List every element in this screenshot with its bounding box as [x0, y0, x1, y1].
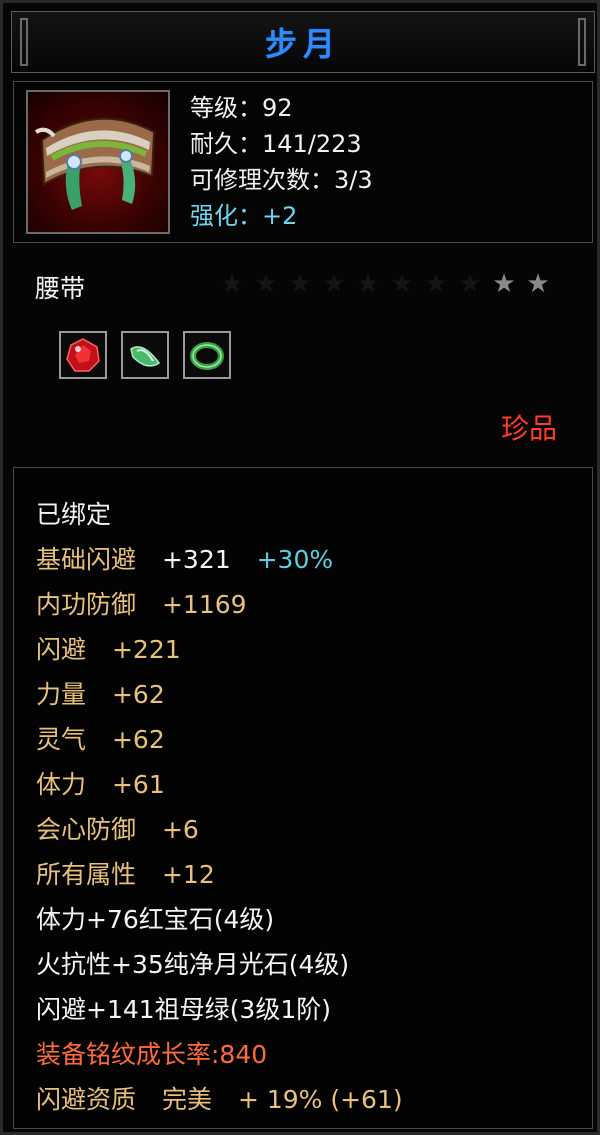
attr-label: 会心防御: [36, 815, 137, 844]
attr-value: +62: [111, 680, 165, 709]
quality-label: 闪避资质: [36, 1085, 137, 1114]
item-header-panel: 等级：92 耐久：141/223 可修理次数：3/3 强化：+2: [13, 81, 593, 243]
emerald-ring-icon[interactable]: [183, 331, 231, 379]
attr-value: +1169: [161, 590, 247, 619]
attr-value: +6: [161, 815, 199, 844]
attr-bonus: +30%: [256, 545, 334, 574]
item-type-section: 腰带 ★ ★ ★ ★ ★ ★ ★ ★ ★ ★ 珍品: [13, 251, 593, 459]
item-stats: 等级：92 耐久：141/223 可修理次数：3/3 强化：+2: [190, 90, 580, 234]
repair-count-line: 可修理次数：3/3: [190, 166, 373, 194]
attr-label: 力量: [36, 680, 87, 709]
item-tooltip: 步月 等级：92 耐久：141/223 可修理次数：3/3 强化：+2 腰带 ★…: [0, 0, 600, 1135]
attr-internal-defense: 内功防御 +1169: [36, 582, 576, 627]
star-empty-icon: ★: [458, 269, 482, 299]
quality-grade: 完美: [161, 1085, 212, 1114]
attr-crit-defense: 会心防御 +6: [36, 807, 576, 852]
belt-icon-graphic: [34, 117, 156, 210]
emerald-ring-graphic: [190, 342, 224, 370]
star-rating: ★ ★ ★ ★ ★ ★ ★ ★ ★ ★: [203, 269, 553, 299]
attr-all-attributes: 所有属性 +12: [36, 852, 576, 897]
belt-icon: [26, 90, 170, 234]
attr-dodge: 闪避 +221: [36, 627, 576, 672]
rarity-label: 珍品: [500, 412, 557, 445]
attribute-list: 已绑定 基础闪避 +321 +30% 内功防御 +1169 闪避 +221 力量…: [36, 492, 576, 1122]
attr-strength: 力量 +62: [36, 672, 576, 717]
inscription-growth: 装备铭纹成长率:840: [36, 1040, 268, 1069]
gem-bonus-line: 体力+76红宝石(4级): [36, 905, 275, 934]
attr-value: +12: [161, 860, 215, 889]
attr-label: 所有属性: [36, 860, 137, 889]
jade-gem-icon[interactable]: [121, 331, 169, 379]
jade-gem-graphic: [130, 346, 161, 367]
attribute-panel: 已绑定 基础闪避 +321 +30% 内功防御 +1169 闪避 +221 力量…: [13, 467, 593, 1129]
enhance-line: 强化：+2: [190, 202, 298, 230]
attr-label: 灵气: [36, 725, 87, 754]
item-type: 腰带: [35, 274, 86, 303]
level-line: 等级：92: [190, 94, 293, 122]
item-name: 步月: [264, 25, 341, 63]
star-empty-icon: ★: [220, 269, 244, 299]
ruby-gem-icon[interactable]: [59, 331, 107, 379]
durability-line: 耐久：141/223: [190, 130, 362, 158]
ruby-gem-graphic: [66, 338, 100, 372]
star-empty-icon: ★: [390, 269, 414, 299]
attr-base-dodge: 基础闪避 +321 +30%: [36, 537, 576, 582]
star-filled-icon: ★: [492, 269, 516, 299]
attr-label: 内功防御: [36, 590, 137, 619]
gem-slots: [59, 331, 231, 379]
title-bar: 步月: [11, 11, 595, 73]
star-filled-icon: ★: [526, 269, 550, 299]
star-empty-icon: ★: [254, 269, 278, 299]
bound-status: 已绑定: [36, 500, 112, 529]
attr-value: +221: [111, 635, 181, 664]
attr-label: 闪避: [36, 635, 87, 664]
star-empty-icon: ★: [356, 269, 380, 299]
quality-line: 闪避资质 完美 + 19% (+61): [36, 1077, 576, 1122]
attr-spirit: 灵气 +62: [36, 717, 576, 762]
quality-value: + 19% (+61): [237, 1085, 403, 1114]
star-empty-icon: ★: [424, 269, 448, 299]
attr-value: +321: [161, 545, 231, 574]
attr-stamina: 体力 +61: [36, 762, 576, 807]
attr-label: 体力: [36, 770, 87, 799]
attr-label: 基础闪避: [36, 545, 137, 574]
gem-bonus-line: 闪避+141祖母绿(3级1阶): [36, 995, 331, 1024]
gem-bonus-line: 火抗性+35纯净月光石(4级): [36, 950, 350, 979]
attr-value: +61: [111, 770, 165, 799]
attr-value: +62: [111, 725, 165, 754]
star-empty-icon: ★: [322, 269, 346, 299]
star-empty-icon: ★: [288, 269, 312, 299]
